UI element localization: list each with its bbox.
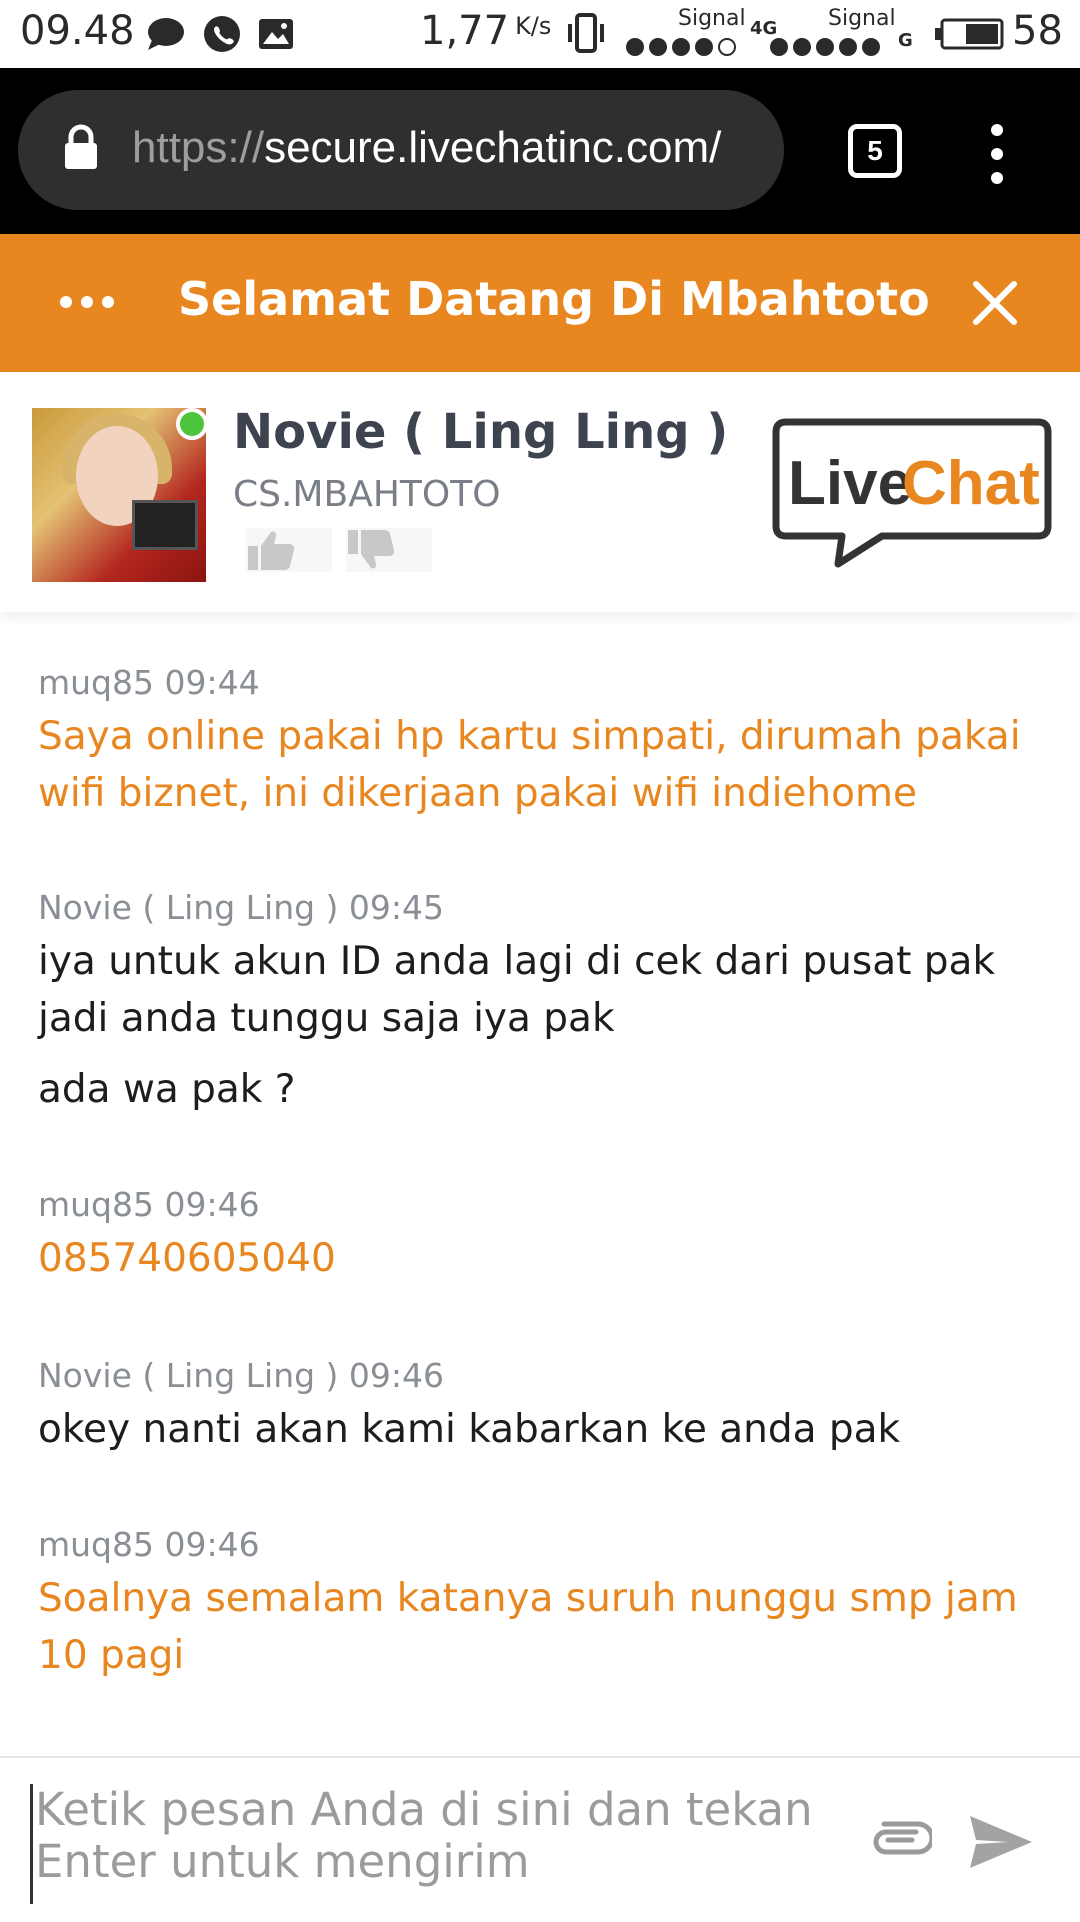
menu-dots-icon[interactable] (60, 296, 114, 308)
agent-card: Novie ( Ling Ling ) CS.MBAHTOTO Live Cha… (0, 372, 1080, 612)
agent-name: Novie ( Ling Ling ) (233, 404, 729, 460)
thumbs-up-icon (248, 531, 295, 570)
more-options-icon[interactable] (982, 124, 1012, 184)
thumbs-down-icon (348, 530, 395, 569)
close-icon[interactable] (972, 280, 1018, 326)
message-text: Soalnya semalam katanya suruh nunggu smp… (38, 1576, 1018, 1678)
browser-toolbar: https://secure.livechatinc.com/ 5 (0, 68, 1080, 234)
livechat-logo: Live Chat (772, 418, 1052, 568)
message-item: muq85 09:44 Saya online pakai hp kartu s… (38, 662, 1048, 822)
gallery-icon (259, 19, 293, 49)
chat-bubble-icon (148, 18, 184, 50)
message-meta: Novie ( Ling Ling ) 09:45 (38, 888, 445, 927)
battery-icon (935, 18, 1004, 50)
message-meta: muq85 09:44 (38, 663, 260, 702)
online-status-indicator (176, 408, 208, 440)
message-meta: muq85 09:46 (38, 1525, 260, 1564)
chat-header: Selamat Datang Di Mbahtoto (0, 234, 1080, 372)
message-item: muq85 09:46 Soalnya semalam katanya suru… (38, 1524, 1048, 1684)
attachment-icon[interactable] (868, 1820, 932, 1860)
message-list[interactable]: muq85 09:44 Saya online pakai hp kartu s… (0, 612, 1080, 1752)
status-bar: 09.48 1,77 K/s Signal 4G Signal G 58 (0, 0, 1080, 68)
message-meta: Novie ( Ling Ling ) 09:46 (38, 1356, 445, 1395)
message-text: okey nanti akan kami kabarkan ke anda pa… (38, 1407, 901, 1452)
notification-icons (146, 14, 294, 54)
url-text[interactable]: https://secure.livechatinc.com/ (132, 123, 772, 173)
message-text: ada wa pak ? (38, 1067, 296, 1112)
whatsapp-icon (204, 16, 240, 52)
tab-switcher-button[interactable]: 5 (848, 124, 902, 178)
message-text: iya untuk akun ID anda lagi di cek dari … (38, 939, 996, 1041)
vibrate-icon (568, 13, 604, 53)
svg-text:Chat: Chat (902, 449, 1040, 518)
svg-text:Live: Live (788, 449, 912, 518)
message-item: Novie ( Ling Ling ) 09:45 iya untuk akun… (38, 887, 1048, 1118)
agent-role: CS.MBAHTOTO (233, 474, 501, 515)
message-input[interactable]: Ketik pesan Anda di sini dan tekan Enter … (30, 1784, 855, 1904)
message-item: muq85 09:46 085740605040 (38, 1184, 1048, 1287)
chat-title: Selamat Datang Di Mbahtoto (178, 272, 930, 326)
message-meta: muq85 09:46 (38, 1185, 260, 1224)
address-bar[interactable]: https://secure.livechatinc.com/ (18, 90, 784, 210)
network-speed: 1,77 K/s (420, 8, 552, 54)
battery-level: 58 (1012, 8, 1063, 54)
message-composer: Ketik pesan Anda di sini dan tekan Enter … (0, 1756, 1080, 1922)
lock-icon (65, 124, 97, 169)
message-text: Saya online pakai hp kartu simpati, diru… (38, 714, 1021, 816)
message-item: Novie ( Ling Ling ) 09:46 okey nanti aka… (38, 1355, 1048, 1458)
status-time: 09.48 (20, 8, 135, 54)
rate-good-button[interactable] (246, 528, 332, 572)
send-icon[interactable] (968, 1814, 1034, 1870)
message-text: 085740605040 (38, 1236, 336, 1281)
rate-bad-button[interactable] (346, 528, 432, 572)
